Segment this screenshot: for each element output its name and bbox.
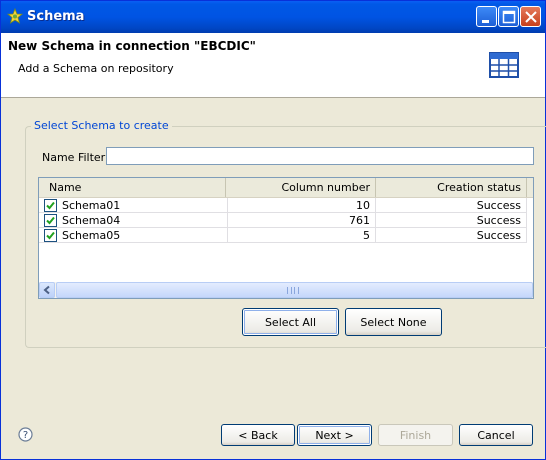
- wizard-header: New Schema in connection "EBCDIC" Add a …: [1, 33, 545, 98]
- checkmark-icon: [46, 201, 55, 210]
- maximize-icon: [502, 10, 516, 24]
- row-checkbox[interactable]: [44, 214, 57, 227]
- close-button[interactable]: [520, 6, 541, 27]
- star-icon: [7, 8, 23, 24]
- checkmark-icon: [46, 231, 55, 240]
- chevron-left-icon: [43, 285, 50, 295]
- column-header-name[interactable]: Name: [39, 178, 226, 197]
- next-button[interactable]: Next >: [297, 424, 372, 446]
- creation-status-cell: Success: [376, 228, 527, 243]
- name-filter-input[interactable]: [106, 147, 534, 165]
- schema-name: Schema05: [62, 229, 121, 242]
- schema-name: Schema01: [62, 199, 121, 212]
- minimize-icon: [482, 20, 489, 23]
- column-number-cell: 10: [228, 198, 376, 213]
- table-row[interactable]: Schema05 5 Success: [39, 228, 527, 243]
- name-filter-label: Name Filter:: [42, 151, 109, 164]
- select-all-button[interactable]: Select All: [242, 308, 339, 336]
- table-row[interactable]: Schema04 761 Success: [39, 213, 527, 228]
- name-cell: Schema04: [39, 213, 228, 228]
- row-checkbox[interactable]: [44, 199, 57, 212]
- scroll-thumb[interactable]: [56, 282, 533, 298]
- window-title: Schema: [27, 9, 85, 24]
- title-bar[interactable]: Schema: [1, 1, 545, 33]
- table-icon: [489, 52, 519, 78]
- table-row[interactable]: Schema01 10 Success: [39, 198, 527, 213]
- name-cell: Schema05: [39, 228, 228, 243]
- page-title: New Schema in connection "EBCDIC": [8, 39, 256, 53]
- help-icon[interactable]: ?: [18, 427, 33, 442]
- select-none-button[interactable]: Select None: [345, 308, 442, 336]
- scroll-left-button[interactable]: [39, 282, 55, 298]
- scroll-grip: [287, 287, 299, 294]
- finish-button[interactable]: Finish: [378, 424, 453, 446]
- horizontal-scrollbar[interactable]: [39, 282, 533, 298]
- schema-dialog: Schema New Schema in connection "EBCDIC"…: [0, 0, 546, 460]
- column-header-creation-status[interactable]: Creation status: [376, 178, 527, 197]
- checkmark-icon: [46, 216, 55, 225]
- schema-name: Schema04: [62, 214, 121, 227]
- creation-status-cell: Success: [376, 198, 527, 213]
- cancel-button[interactable]: Cancel: [459, 424, 533, 446]
- table-header: Name Column number Creation status: [39, 178, 533, 198]
- row-checkbox[interactable]: [44, 229, 57, 242]
- column-header-column-number[interactable]: Column number: [226, 178, 376, 197]
- column-number-cell: 5: [228, 228, 376, 243]
- column-number-cell: 761: [228, 213, 376, 228]
- creation-status-cell: Success: [376, 213, 527, 228]
- minimize-button[interactable]: [476, 6, 497, 27]
- maximize-button[interactable]: [498, 6, 519, 27]
- name-cell: Schema01: [39, 198, 228, 213]
- page-subtitle: Add a Schema on repository: [18, 62, 174, 75]
- schema-table: Name Column number Creation status Schem…: [38, 177, 534, 299]
- back-button[interactable]: < Back: [221, 424, 295, 446]
- group-label: Select Schema to create: [31, 119, 172, 132]
- svg-text:?: ?: [23, 430, 28, 441]
- close-icon: [525, 11, 537, 23]
